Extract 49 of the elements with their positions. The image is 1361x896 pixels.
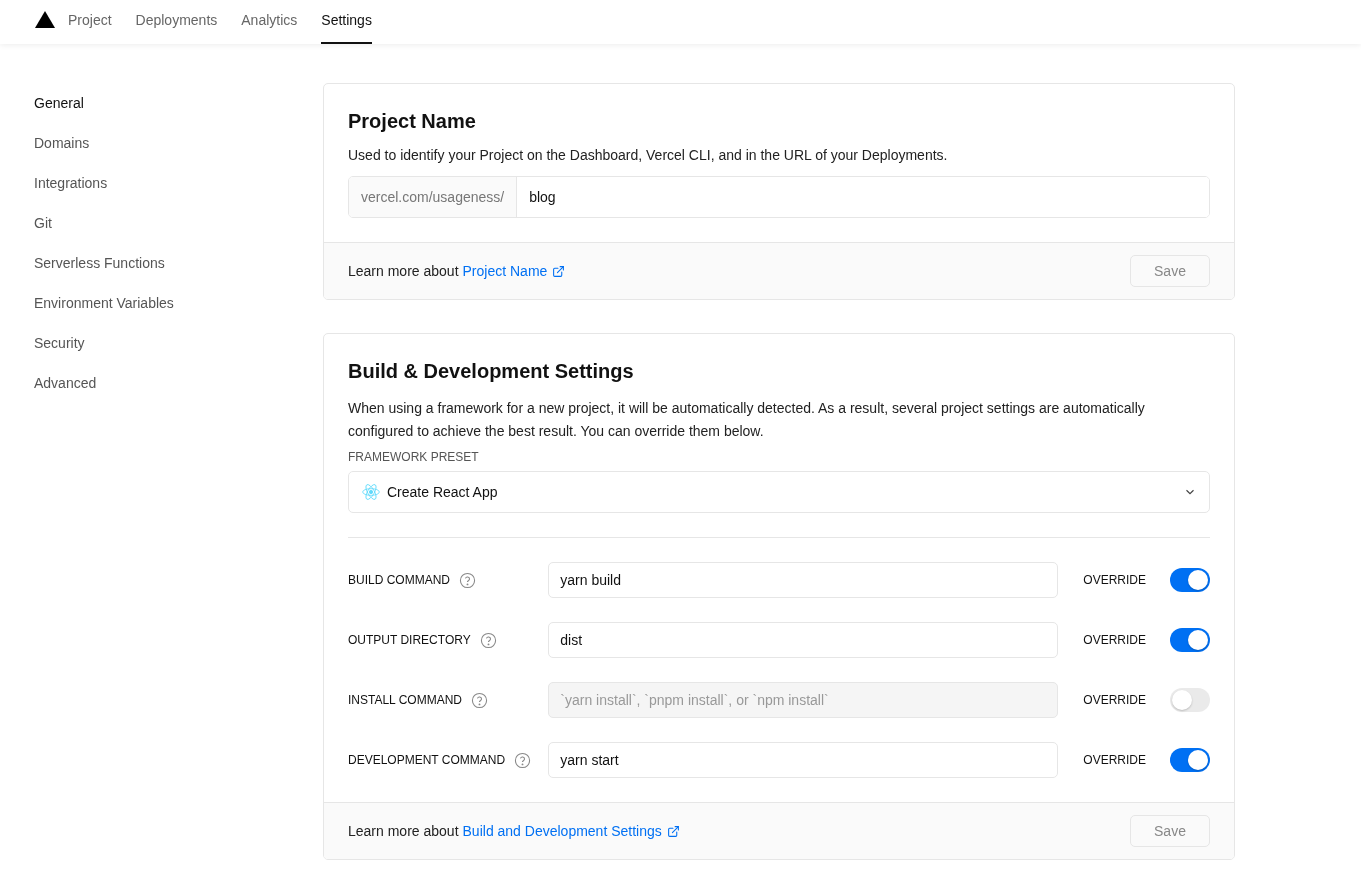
footer-text: Learn more about: [348, 263, 459, 279]
override-toggle[interactable]: [1170, 568, 1210, 592]
sidebar-item[interactable]: Git: [34, 203, 52, 243]
setting-label: OUTPUT DIRECTORY: [348, 633, 471, 647]
command-field[interactable]: yarn start: [548, 742, 1059, 778]
setting-label: BUILD COMMAND: [348, 573, 450, 587]
triangle-logo-icon[interactable]: [35, 10, 55, 28]
sidebar-item[interactable]: Serverless Functions: [34, 243, 165, 283]
override-label: OVERRIDE: [1083, 693, 1146, 707]
override-toggle[interactable]: [1170, 628, 1210, 652]
nav-tab[interactable]: Deployments: [135, 0, 218, 44]
sidebar-item[interactable]: Security: [34, 323, 85, 363]
card-title: Build & Development Settings: [348, 360, 635, 383]
project-name-field[interactable]: vercel.com/usageness/ blog: [348, 176, 1210, 218]
override-label: OVERRIDE: [1083, 573, 1146, 587]
framework-select[interactable]: Create React App: [348, 471, 1210, 513]
card-description: Used to identify your Project on the Dashboard, Vercel CLI, and in the URL of your Deployments.: [348, 147, 949, 163]
override-label: OVERRIDE: [1083, 633, 1146, 647]
sidebar-item[interactable]: Environment Variables: [34, 283, 174, 323]
help-icon[interactable]: [459, 571, 476, 589]
atom-icon: [361, 482, 381, 502]
sidebar-item[interactable]: General: [34, 83, 84, 123]
command-field[interactable]: yarn build: [548, 562, 1059, 598]
save-button[interactable]: Save: [1130, 815, 1210, 847]
setting-label: DEVELOPMENT COMMAND: [348, 753, 506, 767]
command-field[interactable]: dist: [548, 622, 1059, 658]
sidebar-item[interactable]: Domains: [34, 123, 90, 163]
help-icon[interactable]: [471, 691, 488, 709]
help-icon[interactable]: [514, 751, 532, 769]
field-label: FRAMEWORK PRESET: [348, 450, 480, 464]
url-prefix: vercel.com/usageness/: [349, 177, 518, 217]
external-link-icon: [666, 824, 680, 838]
override-label: OVERRIDE: [1083, 753, 1146, 767]
nav-tab[interactable]: Analytics: [241, 0, 298, 44]
sidebar-item[interactable]: Advanced: [34, 363, 97, 403]
docs-link[interactable]: Build and Development Settings: [462, 823, 680, 839]
override-toggle[interactable]: [1170, 748, 1210, 772]
card-description: When using a framework for a new project, it will be automatically detected. As a result, several project settings are automatically configured to achieve the best result. You can override them below.: [348, 399, 1146, 441]
external-link-icon: [552, 264, 566, 278]
sidebar-item[interactable]: Integrations: [34, 163, 108, 203]
save-button[interactable]: Save: [1130, 255, 1210, 287]
nav-tab[interactable]: Settings: [321, 0, 372, 44]
help-icon[interactable]: [479, 631, 497, 649]
override-toggle[interactable]: [1170, 688, 1210, 712]
nav-tab[interactable]: Project: [68, 0, 112, 44]
setting-label: INSTALL COMMAND: [348, 693, 462, 707]
docs-link[interactable]: Project Name: [462, 263, 566, 279]
card-title: Project Name: [348, 110, 477, 133]
footer-text: Learn more about: [348, 823, 459, 839]
